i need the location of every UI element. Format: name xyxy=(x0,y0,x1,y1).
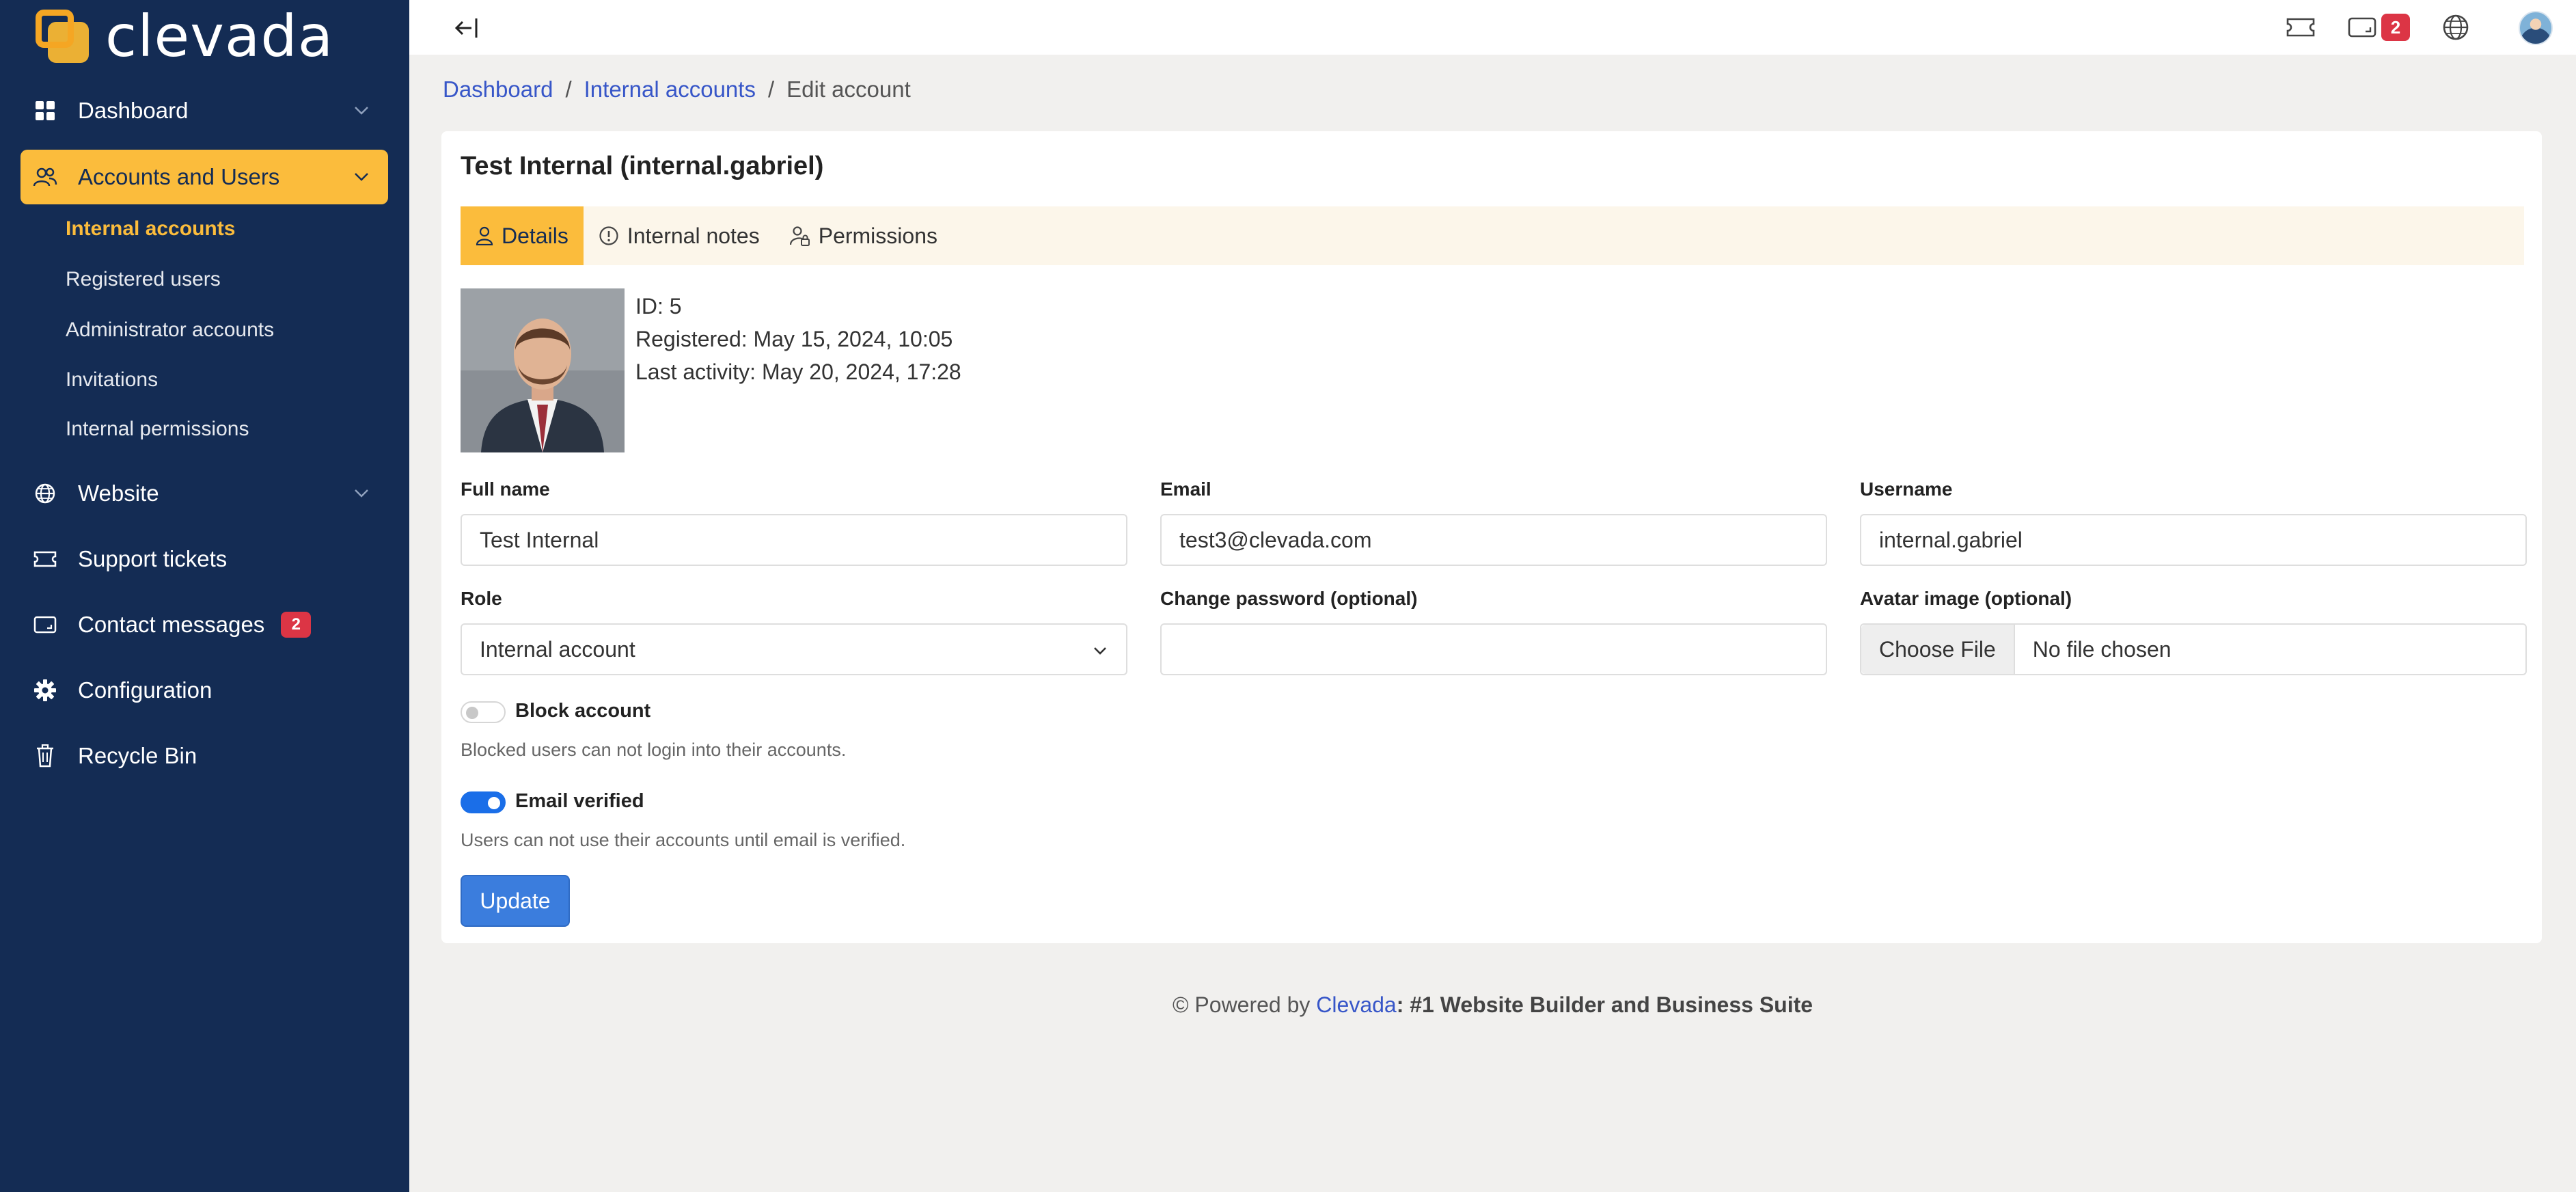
change-password-input[interactable] xyxy=(1160,623,1827,675)
collapse-sidebar-button[interactable] xyxy=(450,11,484,45)
sidebar-subitem-invitations[interactable]: Invitations xyxy=(66,368,158,392)
account-avatar-photo xyxy=(461,288,625,452)
chevron-down-icon xyxy=(355,107,368,115)
globe-icon xyxy=(2443,14,2469,40)
tab-label: Internal notes xyxy=(627,223,760,248)
breadcrumb-separator: / xyxy=(565,77,572,102)
sidebar-item-website[interactable]: Website xyxy=(20,466,388,521)
sidebar-item-recycle-bin[interactable]: Recycle Bin xyxy=(20,729,388,783)
sidebar-item-label: Accounts and Users xyxy=(78,164,280,189)
change-password-label: Change password (optional) xyxy=(1160,588,1418,609)
sidebar-item-label: Contact messages xyxy=(78,612,265,637)
tab-label: Permissions xyxy=(818,223,937,248)
sidebar-item-label: Configuration xyxy=(78,677,213,703)
tab-label: Details xyxy=(502,223,568,248)
support-tickets-button[interactable] xyxy=(2286,12,2316,42)
file-status-text: No file chosen xyxy=(2032,636,2171,662)
contact-messages-button[interactable]: 2 xyxy=(2347,12,2410,42)
email-value: test3@clevada.com xyxy=(1179,527,1372,552)
username-value: internal.gabriel xyxy=(1879,527,2023,552)
role-value: Internal account xyxy=(480,636,635,662)
block-account-toggle[interactable] xyxy=(461,701,506,723)
breadcrumb-current: Edit account xyxy=(786,77,911,102)
sidebar-subitem-internal-accounts[interactable]: Internal accounts xyxy=(66,217,235,241)
sidebar-item-configuration[interactable]: Configuration xyxy=(20,663,388,718)
email-verified-help: Users can not use their accounts until e… xyxy=(461,830,906,850)
sidebar-item-label: Dashboard xyxy=(78,98,189,123)
ticket-icon xyxy=(33,547,57,571)
tab-internal-notes[interactable]: Internal notes xyxy=(584,206,775,265)
sidebar-item-contact-messages[interactable]: Contact messages 2 xyxy=(20,597,388,652)
globe-icon xyxy=(33,481,57,506)
tab-details[interactable]: Details xyxy=(461,206,584,265)
user-lock-icon xyxy=(789,226,810,246)
breadcrumb-dashboard-link[interactable]: Dashboard xyxy=(443,77,553,103)
sidebar: clevada Dashboard Accounts and Users Int… xyxy=(0,0,409,1192)
message-icon xyxy=(33,612,57,637)
email-label: Email xyxy=(1160,478,1211,500)
footer-brand-link[interactable]: Clevada xyxy=(1316,992,1396,1017)
breadcrumb-internal-accounts-link[interactable]: Internal accounts xyxy=(584,77,756,103)
ticket-icon xyxy=(2286,18,2315,37)
sidebar-item-support-tickets[interactable]: Support tickets xyxy=(20,532,388,586)
chevron-down-icon xyxy=(1094,647,1106,655)
role-select[interactable]: Internal account xyxy=(461,623,1127,675)
full-name-value: Test Internal xyxy=(480,527,599,552)
avatar-image-label: Avatar image (optional) xyxy=(1860,588,2072,609)
brand-logo[interactable]: clevada xyxy=(33,5,333,67)
update-button[interactable]: Update xyxy=(461,875,570,927)
sidebar-subitem-internal-permissions[interactable]: Internal permissions xyxy=(66,418,249,441)
trash-icon xyxy=(33,744,57,768)
sidebar-item-label: Website xyxy=(78,480,159,506)
users-icon xyxy=(33,165,57,189)
gear-icon xyxy=(33,678,57,703)
account-last-activity: Last activity: May 20, 2024, 17:28 xyxy=(635,360,961,384)
avatar-file-input[interactable]: Choose File No file chosen xyxy=(1860,623,2527,675)
sidebar-item-label: Support tickets xyxy=(78,546,228,571)
arrow-left-bar-icon xyxy=(454,18,478,38)
breadcrumb-separator: / xyxy=(767,77,775,102)
username-input[interactable]: internal.gabriel xyxy=(1860,514,2527,566)
email-verified-toggle[interactable] xyxy=(461,791,506,813)
info-circle-icon xyxy=(599,226,619,246)
chevron-down-icon xyxy=(355,489,368,498)
breadcrumb: Dashboard / Internal accounts / Edit acc… xyxy=(443,77,911,103)
full-name-label: Full name xyxy=(461,478,550,500)
clevada-logo-icon xyxy=(33,7,92,66)
sidebar-subitem-administrator-accounts[interactable]: Administrator accounts xyxy=(66,319,274,342)
page-title: Test Internal (internal.gabriel) xyxy=(461,152,824,180)
footer-tagline: : #1 Website Builder and Business Suite xyxy=(1396,992,1813,1017)
block-account-help: Blocked users can not login into their a… xyxy=(461,740,847,760)
block-account-label: Block account xyxy=(515,700,651,722)
account-id: ID: 5 xyxy=(635,294,682,319)
choose-file-button[interactable]: Choose File xyxy=(1861,625,2015,674)
language-button[interactable] xyxy=(2441,12,2470,42)
sidebar-subitem-registered-users[interactable]: Registered users xyxy=(66,268,221,291)
full-name-input[interactable]: Test Internal xyxy=(461,514,1127,566)
messages-count-badge: 2 xyxy=(2381,14,2410,41)
footer: © Powered by Clevada: #1 Website Builder… xyxy=(409,992,2576,1018)
sidebar-item-label: Recycle Bin xyxy=(78,743,197,768)
unread-count-badge: 2 xyxy=(281,612,312,638)
user-avatar-button[interactable] xyxy=(2519,11,2553,45)
role-label: Role xyxy=(461,588,502,609)
sidebar-item-accounts-and-users[interactable]: Accounts and Users xyxy=(20,150,388,204)
email-verified-label: Email verified xyxy=(515,790,644,812)
account-meta: ID: 5 Registered: May 15, 2024, 10:05 La… xyxy=(635,290,961,388)
account-registered: Registered: May 15, 2024, 10:05 xyxy=(635,327,953,351)
dashboard-grid-icon xyxy=(33,98,57,123)
brand-name: clevada xyxy=(105,3,334,70)
topbar: 2 xyxy=(409,0,2576,55)
edit-account-card: Test Internal (internal.gabriel) Details… xyxy=(441,131,2542,943)
sidebar-item-dashboard[interactable]: Dashboard xyxy=(20,83,388,138)
user-icon xyxy=(476,226,493,245)
account-tabs: Details Internal notes Permissions xyxy=(461,206,2524,265)
footer-prefix: © Powered by xyxy=(1172,992,1311,1017)
tab-permissions[interactable]: Permissions xyxy=(775,206,953,265)
message-icon xyxy=(2348,17,2376,38)
chevron-down-icon xyxy=(355,173,368,181)
email-input[interactable]: test3@clevada.com xyxy=(1160,514,1827,566)
username-label: Username xyxy=(1860,478,1953,500)
